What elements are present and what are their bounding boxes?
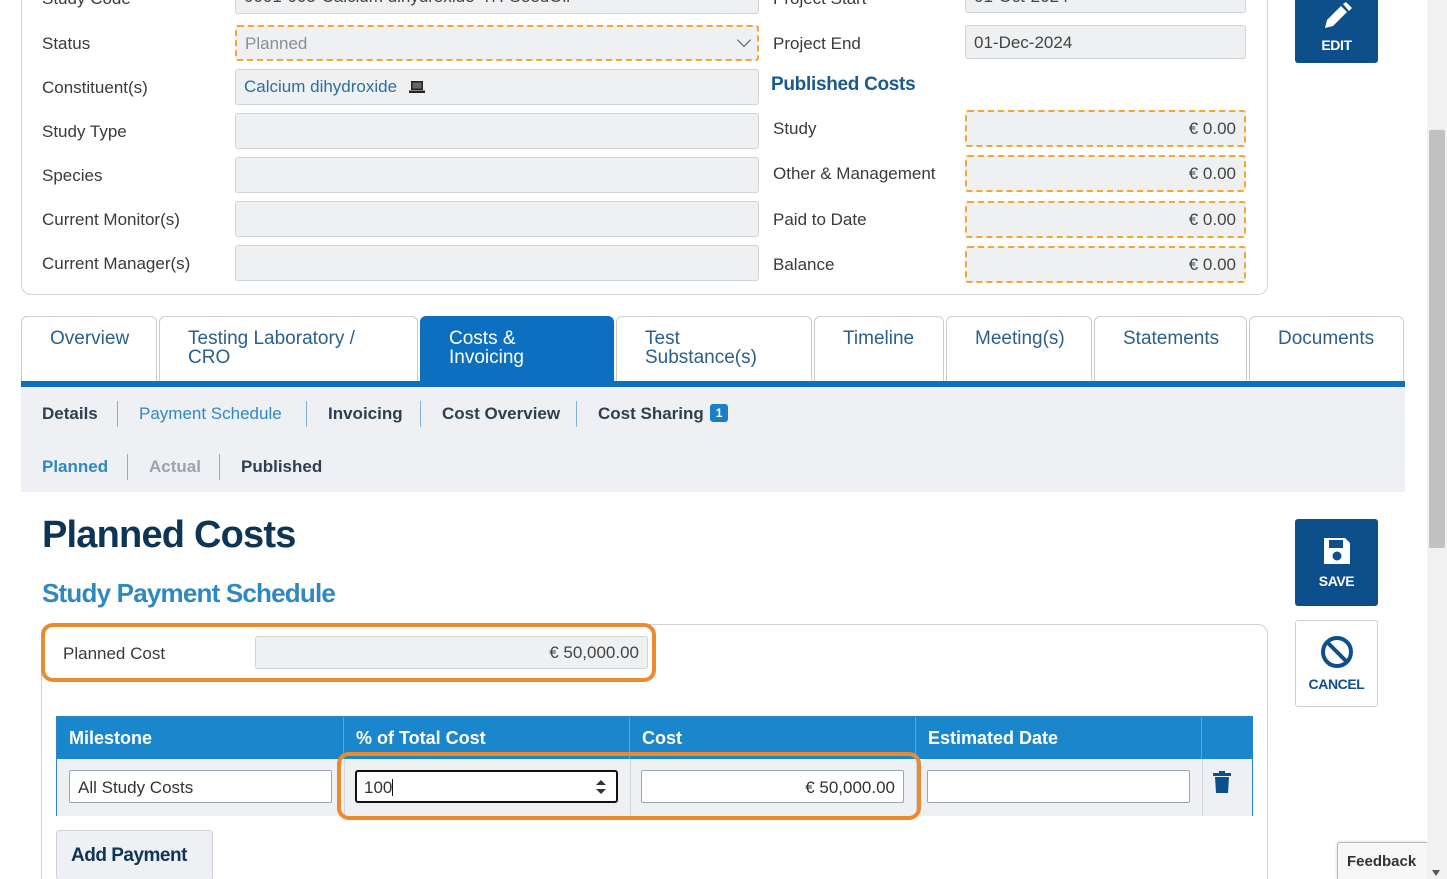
monitors-field [235, 201, 759, 237]
published-study-value: € 0.00 [965, 110, 1246, 147]
subnav-separator [117, 401, 118, 427]
tab-timeline[interactable]: Timeline [814, 316, 944, 382]
species-field [235, 157, 759, 193]
estimated-date-input[interactable] [927, 770, 1190, 803]
project-start-label: Project Start [773, 0, 867, 9]
section-title: Study Payment Schedule [42, 578, 336, 608]
sub-navigation [21, 387, 1405, 492]
paid-to-date-value: € 0.00 [965, 201, 1246, 238]
subnav-planned[interactable]: Planned [42, 457, 108, 477]
col-estimated-date: Estimated Date [916, 717, 1202, 759]
status-select[interactable]: Planned [235, 25, 759, 61]
text-cursor [392, 779, 394, 796]
constituent-link[interactable]: Calcium dihydroxide [244, 77, 397, 96]
cancel-label: CANCEL [1308, 676, 1365, 692]
study-type-label: Study Type [42, 122, 127, 141]
subnav-payment-schedule[interactable]: Payment Schedule [139, 404, 282, 424]
tab-label: Meeting(s) [975, 328, 1065, 349]
tab-statements[interactable]: Statements [1094, 316, 1247, 382]
cost-sharing-label: Cost Sharing [598, 404, 704, 423]
tab-testing-laboratory[interactable]: Testing Laboratory / CRO [159, 316, 418, 382]
subnav-cost-overview[interactable]: Cost Overview [442, 404, 560, 424]
project-start-field: 01-Oct-2024 [965, 0, 1246, 13]
paid-to-date-label: Paid to Date [773, 210, 867, 229]
floppy-disk-icon [1322, 536, 1352, 569]
scroll-down-arrow-icon[interactable] [1431, 864, 1441, 879]
subnav-separator [219, 454, 220, 480]
add-payment-button[interactable]: Add Payment [56, 830, 213, 879]
managers-field [235, 245, 759, 281]
laptop-icon [408, 80, 426, 98]
save-label: SAVE [1318, 573, 1355, 589]
planned-cost-field: € 50,000.00 [255, 636, 648, 669]
subnav-details[interactable]: Details [42, 404, 98, 424]
project-end-label: Project End [773, 34, 861, 53]
status-label: Status [42, 34, 91, 53]
subnav-published[interactable]: Published [241, 457, 322, 477]
constituents-label: Constituent(s) [42, 78, 148, 97]
col-actions [1202, 717, 1253, 759]
feedback-button[interactable]: Feedback [1337, 842, 1427, 879]
cost-sharing-badge: 1 [709, 404, 729, 422]
milestone-input[interactable]: All Study Costs [69, 770, 332, 803]
tab-label: Testing Laboratory / [188, 328, 355, 349]
subnav-separator [127, 454, 128, 480]
tab-label: Overview [50, 328, 130, 349]
published-study-label: Study [773, 119, 817, 138]
trash-icon[interactable] [1213, 771, 1231, 798]
constituents-field: Calcium dihydroxide [235, 69, 759, 105]
tab-label: Statements [1123, 328, 1220, 349]
tab-label: Costs & [449, 328, 516, 349]
published-other-label: Other & Management [773, 164, 936, 183]
study-type-field [235, 113, 759, 149]
save-button[interactable]: SAVE [1295, 519, 1378, 606]
balance-value: € 0.00 [965, 246, 1246, 283]
balance-label: Balance [773, 255, 835, 274]
tab-label: Test [645, 328, 680, 349]
subnav-separator [306, 401, 307, 427]
cost-input[interactable]: € 50,000.00 [641, 770, 904, 803]
study-code-label: Study Code [42, 0, 131, 9]
tab-label-line2: Substance(s) [645, 347, 757, 368]
ban-icon [1320, 635, 1354, 672]
spinner-arrows-icon[interactable] [595, 778, 607, 801]
subnav-invoicing[interactable]: Invoicing [328, 404, 403, 424]
chevron-down-icon [736, 32, 752, 48]
project-end-field: 01-Dec-2024 [965, 25, 1246, 59]
col-milestone: Milestone [57, 717, 344, 759]
edit-button[interactable]: EDIT [1295, 0, 1378, 63]
tab-meetings[interactable]: Meeting(s) [946, 316, 1092, 382]
column-divider [1202, 759, 1203, 816]
monitors-label: Current Monitor(s) [42, 210, 180, 229]
managers-label: Current Manager(s) [42, 254, 191, 273]
edit-label: EDIT [1321, 37, 1352, 53]
cancel-button[interactable]: CANCEL [1295, 620, 1378, 707]
scrollbar-thumb[interactable] [1429, 130, 1445, 548]
page-title: Planned Costs [42, 514, 296, 556]
subnav-actual[interactable]: Actual [149, 457, 201, 477]
tab-overview[interactable]: Overview [21, 316, 157, 382]
subnav-separator [420, 401, 421, 427]
tab-documents[interactable]: Documents [1249, 316, 1404, 382]
subnav-cost-sharing[interactable]: Cost Sharing 1 [598, 404, 729, 424]
tab-test-substances[interactable]: Test Substance(s) [616, 316, 812, 382]
published-other-value: € 0.00 [965, 155, 1246, 192]
species-label: Species [42, 166, 103, 185]
pencil-icon [1321, 2, 1353, 35]
tab-label-line2: CRO [188, 347, 231, 368]
percent-value: 100 [364, 778, 393, 797]
published-costs-title: Published Costs [771, 74, 916, 95]
tab-label: Documents [1278, 328, 1375, 349]
tab-label: Timeline [843, 328, 915, 349]
percent-input[interactable]: 100 [355, 770, 618, 803]
tab-costs-invoicing[interactable]: Costs & Invoicing [420, 316, 614, 382]
status-value: Planned [245, 34, 308, 53]
planned-cost-label: Planned Cost [63, 644, 166, 663]
subnav-separator [576, 401, 577, 427]
study-code-field: 0001-005-Calcium dihydroxide-47I-SeedOil [235, 0, 759, 14]
tab-label-line2: Invoicing [449, 347, 524, 368]
